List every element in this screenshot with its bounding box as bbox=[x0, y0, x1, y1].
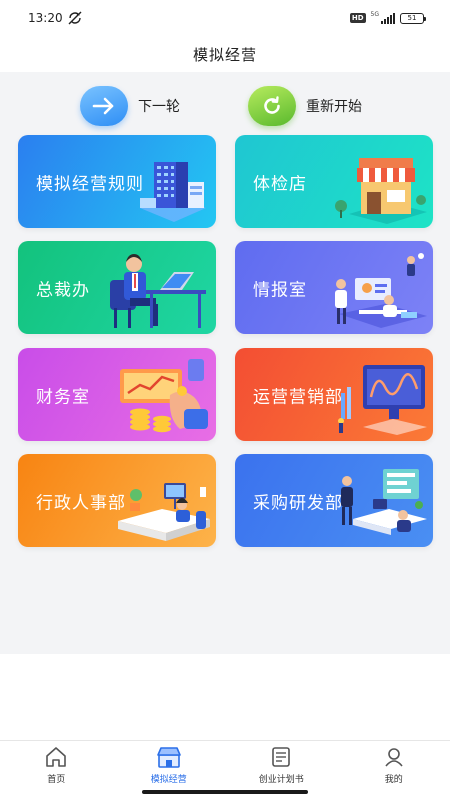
title-bar: 模拟经营 bbox=[0, 36, 450, 72]
tab-simulation-label: 模拟经营 bbox=[150, 775, 187, 785]
tab-profile-label: 我的 bbox=[384, 775, 403, 785]
status-left: 13:20 bbox=[28, 11, 83, 25]
next-round-button[interactable]: 下一轮 bbox=[80, 80, 180, 132]
coins-and-chart-icon bbox=[120, 359, 208, 433]
sync-off-icon bbox=[68, 11, 82, 25]
signal-icon bbox=[381, 12, 395, 24]
network-label: 5G bbox=[370, 10, 379, 18]
card-rules-label: 模拟经营规则 bbox=[36, 174, 144, 194]
tab-home-label: 首页 bbox=[47, 775, 66, 785]
card-clinic[interactable]: 体检店 bbox=[235, 135, 433, 228]
marketing-screen-icon bbox=[338, 365, 427, 435]
card-ceo-office-label: 总裁办 bbox=[36, 280, 90, 300]
arrow-right-icon bbox=[80, 86, 128, 126]
card-ceo-office[interactable]: 总裁办 bbox=[18, 241, 216, 334]
card-purchasing-rd[interactable]: 采购研发部 bbox=[235, 454, 433, 547]
card-clinic-label: 体检店 bbox=[253, 174, 307, 194]
action-row: 下一轮 重新开始 bbox=[0, 80, 450, 132]
status-time: 13:20 bbox=[28, 11, 63, 25]
card-purchasing-rd-label: 采购研发部 bbox=[253, 493, 343, 513]
status-right: HD 5G 51 bbox=[349, 10, 426, 24]
card-rules[interactable]: 模拟经营规则 bbox=[18, 135, 216, 228]
user-icon bbox=[381, 746, 407, 768]
card-marketing[interactable]: 运营营销部 bbox=[235, 348, 433, 441]
card-marketing-label: 运营营销部 bbox=[253, 387, 343, 407]
document-icon bbox=[268, 746, 294, 768]
tab-bar: 首页 模拟经营 创业计划书 我的 bbox=[0, 740, 450, 788]
restart-label: 重新开始 bbox=[306, 99, 362, 115]
next-round-label: 下一轮 bbox=[138, 99, 180, 115]
restart-button[interactable]: 重新开始 bbox=[248, 80, 362, 132]
status-bar: 13:20 HD 5G 51 bbox=[0, 0, 450, 36]
refresh-icon bbox=[248, 86, 296, 126]
office-buildings-icon bbox=[140, 162, 206, 222]
tab-profile[interactable]: 我的 bbox=[338, 741, 450, 788]
tab-simulation[interactable]: 模拟经营 bbox=[113, 741, 226, 788]
tab-business-plan-label: 创业计划书 bbox=[258, 775, 304, 785]
card-admin-hr[interactable]: 行政人事部 bbox=[18, 454, 216, 547]
store-front-icon bbox=[335, 158, 427, 224]
main-content: 下一轮 重新开始 模拟经营规则 体检店 总裁办 情报室 财务室 运营营销部 行政… bbox=[0, 72, 450, 654]
shop-icon bbox=[156, 746, 182, 768]
admin-office-desk-icon bbox=[118, 483, 210, 541]
people-presentation-icon bbox=[335, 253, 427, 328]
battery-icon: 51 bbox=[400, 12, 426, 24]
card-intel-room-label: 情报室 bbox=[253, 280, 307, 300]
card-finance[interactable]: 财务室 bbox=[18, 348, 216, 441]
card-admin-hr-label: 行政人事部 bbox=[36, 493, 126, 513]
hd-badge: HD bbox=[349, 13, 366, 23]
tab-home[interactable]: 首页 bbox=[0, 741, 113, 788]
home-indicator[interactable] bbox=[142, 790, 308, 794]
card-intel-room[interactable]: 情报室 bbox=[235, 241, 433, 334]
rd-team-desk-icon bbox=[341, 469, 427, 535]
ceo-at-laptop-icon bbox=[110, 254, 206, 328]
card-finance-label: 财务室 bbox=[36, 387, 90, 407]
home-icon bbox=[43, 746, 69, 768]
battery-level: 51 bbox=[407, 14, 417, 22]
tab-business-plan[interactable]: 创业计划书 bbox=[225, 741, 338, 788]
page-title: 模拟经营 bbox=[192, 45, 257, 64]
